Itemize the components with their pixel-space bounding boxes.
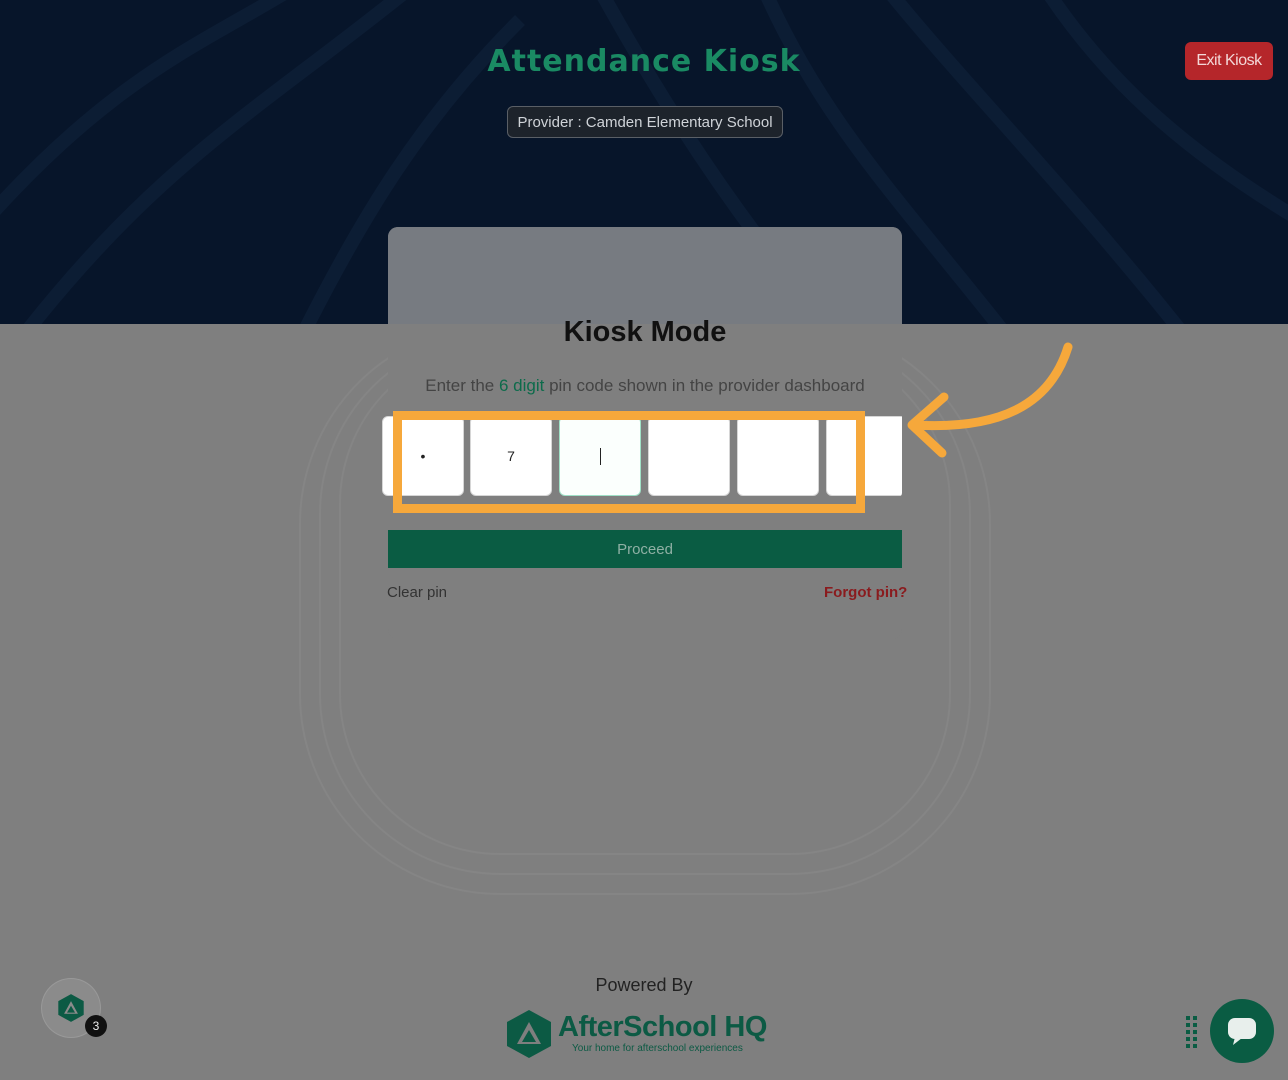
forgot-pin-link[interactable]: Forgot pin? — [824, 584, 907, 601]
instruction-highlight: 6 digit — [498, 376, 545, 395]
brand-hexagon-icon — [507, 1010, 551, 1058]
powered-by-label: Powered By — [595, 975, 693, 995]
notification-count-badge: 3 — [85, 1015, 107, 1037]
chat-bubble-icon — [1228, 1018, 1256, 1045]
provider-badge: Provider : Camden Elementary School — [507, 106, 783, 138]
afterschool-hq-logo: AfterSchool HQ Your home for afterschool… — [505, 1008, 795, 1060]
annotation-arrow-icon — [907, 342, 1073, 458]
brand-hexagon-small-icon — [58, 994, 84, 1022]
chat-button[interactable] — [1210, 999, 1274, 1063]
exit-kiosk-button[interactable]: Exit Kiosk — [1185, 42, 1273, 80]
clear-pin-link[interactable]: Clear pin — [387, 584, 447, 601]
brand-tagline: Your home for afterschool experiences — [572, 1043, 743, 1054]
kiosk-card-header — [388, 227, 902, 324]
proceed-button[interactable]: Proceed — [388, 530, 902, 568]
brand-name: AfterSchool HQ — [558, 1011, 767, 1043]
annotation-highlight-box — [393, 411, 865, 513]
page-title: Attendance Kiosk — [487, 44, 801, 79]
instruction-suffix: pin code shown in the provider dashboard — [544, 376, 865, 395]
drag-handle-icon[interactable] — [1185, 1015, 1199, 1049]
pin-instruction: Enter the 6 digit pin code shown in the … — [388, 376, 902, 396]
instruction-prefix: Enter the — [425, 376, 499, 395]
kiosk-mode-title: Kiosk Mode — [563, 316, 727, 348]
